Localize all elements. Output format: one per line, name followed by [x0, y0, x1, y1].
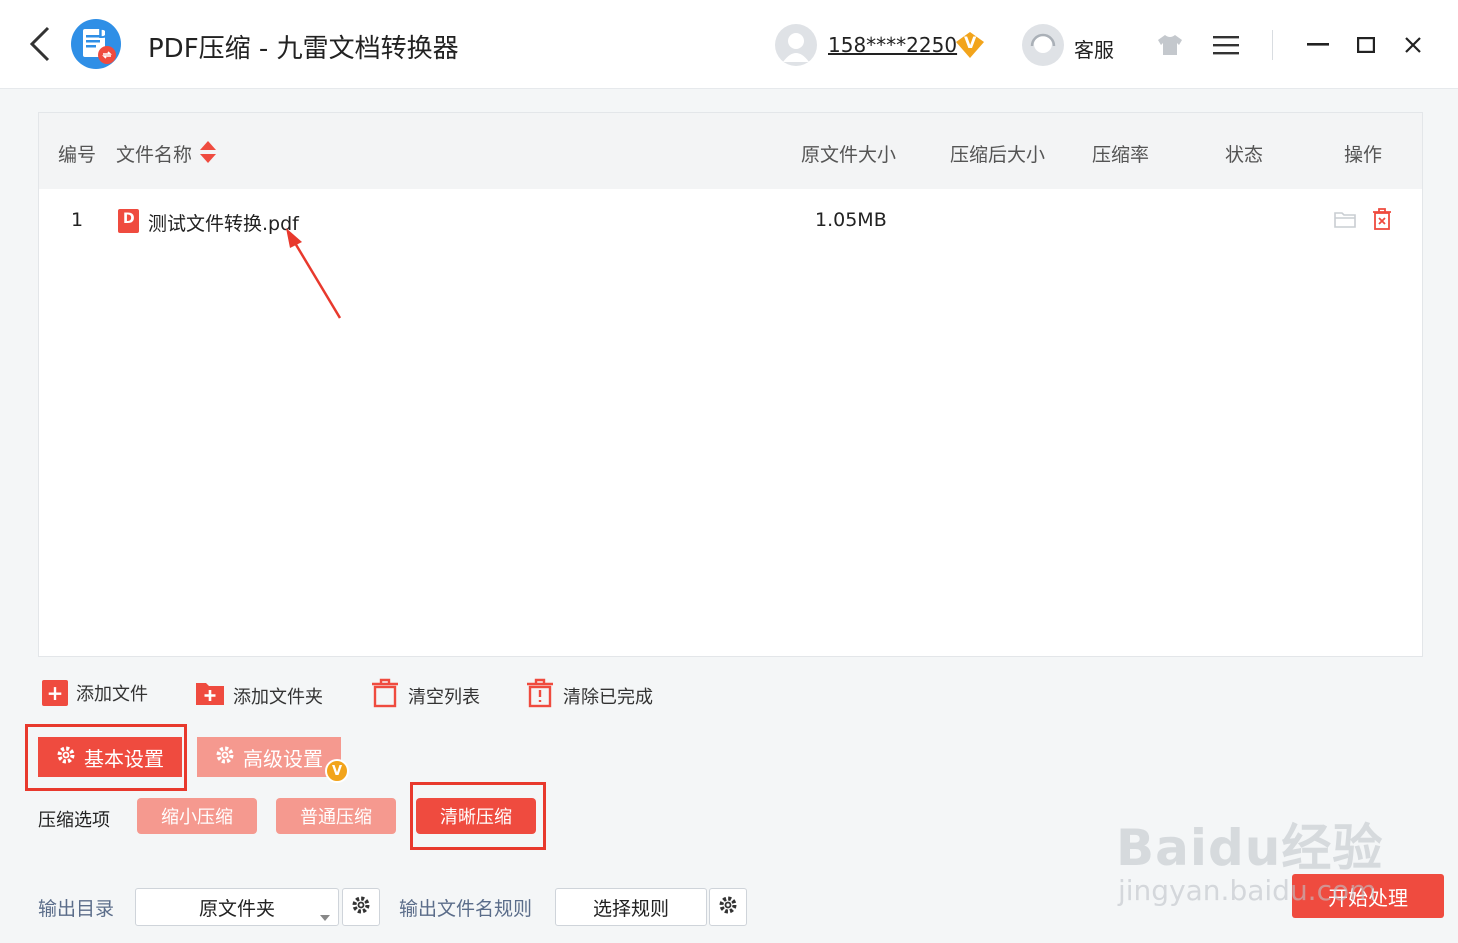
name-rule-select[interactable]: 选择规则 — [555, 888, 707, 926]
advanced-settings-label: 高级设置 — [243, 746, 323, 771]
header-compressed-size: 压缩后大小 — [950, 144, 1046, 166]
table-header: 编号 文件名称 原文件大小 压缩后大小 压缩率 状态 操作 — [39, 113, 1422, 189]
gear-icon — [56, 745, 76, 770]
option-clear[interactable]: 清晰压缩 — [416, 798, 536, 834]
clear-done-label: 清除已完成 — [563, 686, 653, 708]
add-file-button[interactable]: + 添加文件 — [42, 680, 148, 706]
chevron-down-icon — [320, 904, 330, 926]
header-index: 编号 — [58, 144, 97, 166]
basic-settings-tab[interactable]: 基本设置 — [38, 737, 182, 777]
basic-settings-label: 基本设置 — [84, 746, 164, 771]
clear-list-button[interactable]: 清空列表 — [370, 678, 480, 713]
add-file-label: 添加文件 — [76, 684, 148, 705]
name-rule-settings-button[interactable] — [709, 888, 747, 926]
pdf-file-icon-letter: D — [123, 211, 135, 227]
compress-options-label: 压缩选项 — [38, 810, 110, 831]
option-small[interactable]: 缩小压缩 — [137, 798, 257, 834]
delete-file-icon[interactable] — [1372, 208, 1392, 234]
table-row[interactable]: 1 D 测试文件转换.pdf 1.05MB — [39, 189, 1422, 253]
advanced-settings-tab[interactable]: 高级设置 — [197, 737, 341, 777]
option-normal[interactable]: 普通压缩 — [276, 798, 396, 834]
output-dir-label: 输出目录 — [38, 898, 115, 920]
add-folder-button[interactable]: 添加文件夹 — [195, 680, 323, 711]
customer-service-label[interactable]: 客服 — [1074, 34, 1114, 63]
sort-icon[interactable] — [199, 140, 217, 168]
minimize-icon[interactable] — [1298, 25, 1338, 65]
output-dir-settings-button[interactable] — [342, 888, 380, 926]
avatar[interactable] — [775, 24, 817, 66]
row-original-size: 1.05MB — [815, 209, 887, 231]
name-rule-gear-icon — [718, 895, 738, 919]
advanced-gear-icon — [215, 745, 235, 770]
header-ratio: 压缩率 — [1092, 144, 1150, 166]
vip-advanced-badge: V — [325, 759, 349, 783]
row-filename: 测试文件转换.pdf — [148, 213, 299, 235]
title-divider — [1272, 30, 1273, 60]
svg-text:D: D — [98, 27, 109, 42]
output-dir-gear-icon — [351, 895, 371, 919]
trash-done-icon — [525, 678, 555, 713]
row-index: 1 — [71, 209, 84, 231]
skin-icon[interactable] — [1150, 25, 1190, 65]
user-account[interactable]: 158****2250 — [828, 33, 957, 57]
add-folder-label: 添加文件夹 — [233, 686, 323, 708]
header-original-size: 原文件大小 — [801, 144, 897, 166]
output-dir-select[interactable]: 原文件夹 — [135, 888, 339, 926]
header-status: 状态 — [1225, 144, 1264, 166]
header-actions: 操作 — [1344, 144, 1383, 166]
open-folder-icon[interactable] — [1334, 209, 1356, 233]
file-table: 编号 文件名称 原文件大小 压缩后大小 压缩率 状态 操作 1 D 测试文件转换… — [38, 112, 1423, 657]
menu-icon[interactable] — [1206, 25, 1246, 65]
output-dir-value: 原文件夹 — [198, 897, 275, 920]
trash-icon — [370, 678, 400, 713]
add-folder-icon — [195, 680, 225, 711]
clear-list-label: 清空列表 — [408, 686, 480, 708]
pdf-file-icon: D — [118, 209, 139, 233]
annotation-arrow-icon — [286, 228, 342, 319]
baidu-watermark: Baidu经验 — [1116, 819, 1384, 877]
window-title: PDF压缩 - 九雷文档转换器 — [148, 34, 459, 64]
output-name-rule-label: 输出文件名规则 — [399, 898, 533, 920]
title-bar: D PDF压缩 - 九雷文档转换器 158****2250 V 客服 — [0, 0, 1458, 89]
vip-badge-icon: V — [954, 30, 986, 60]
add-file-icon: + — [42, 680, 68, 706]
maximize-icon[interactable] — [1346, 25, 1386, 65]
close-icon[interactable] — [1393, 25, 1433, 65]
vip-badge-label: V — [964, 33, 977, 52]
clear-done-button[interactable]: 清除已完成 — [525, 678, 653, 713]
baidu-watermark-url: jingyan.baidu.com — [1118, 874, 1377, 907]
app-logo: D — [70, 18, 122, 70]
header-filename[interactable]: 文件名称 — [116, 140, 192, 167]
customer-service-icon[interactable] — [1022, 24, 1064, 66]
back-icon[interactable] — [20, 24, 60, 64]
